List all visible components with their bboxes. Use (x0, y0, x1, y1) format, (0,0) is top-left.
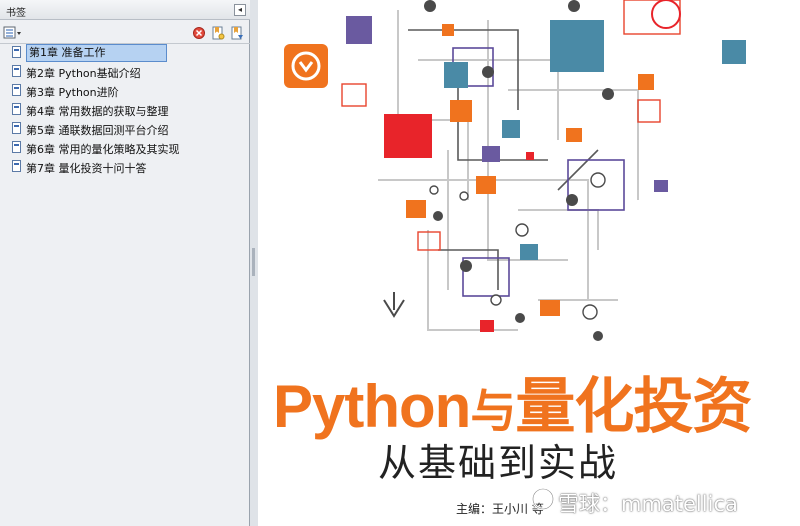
bookmark-item-chapter-1[interactable]: 第1章 准备工作 (0, 44, 248, 63)
bookmark-icon (12, 160, 21, 172)
bookmark-item-chapter-7[interactable]: 第7章 量化投资十问十答 (0, 158, 248, 177)
bookmark-icon (12, 122, 21, 134)
splitter-grip[interactable] (252, 248, 255, 276)
cover-subtitle: 从基础到实战 (378, 441, 619, 485)
cover-illustration (284, 0, 746, 341)
bookmark-icon (12, 84, 21, 96)
bookmark-item-chapter-4[interactable]: 第4章 常用数据的获取与整理 (0, 101, 248, 120)
bookmark-icon (12, 65, 21, 77)
snowball-logo-icon (531, 487, 555, 511)
bookmark-item-chapter-3[interactable]: 第3章 Python进阶 (0, 82, 248, 101)
bookmark-item-chapter-5[interactable]: 第5章 通联数据回测平台介绍 (0, 120, 248, 139)
panel-header: 书签 ◂ (0, 0, 250, 20)
panel-title: 书签 (6, 8, 26, 19)
bookmarks-panel: 书签 ◂ 第1章 准备工作 第2章 Python基础介绍 第3章 Python进… (0, 0, 250, 526)
bookmark-list: 第1章 准备工作 第2章 Python基础介绍 第3章 Python进阶 第4章… (0, 44, 248, 177)
bookmarks-toolbar (0, 22, 250, 44)
expand-bookmark-icon[interactable] (230, 26, 244, 40)
bookmark-icon (12, 141, 21, 153)
watermark: 雪球：mmatellica (558, 492, 738, 516)
new-bookmark-icon[interactable] (211, 26, 225, 40)
document-page: Python与量化投资 从基础到实战 主编：王小川 等 雪球：mmatellic… (258, 0, 800, 526)
bookmark-icon (12, 46, 21, 58)
collapse-panel-button[interactable]: ◂ (234, 4, 246, 16)
delete-bookmark-icon[interactable] (192, 26, 206, 40)
bookmark-icon (12, 103, 21, 115)
options-menu-icon[interactable] (3, 26, 23, 40)
bookmark-item-chapter-6[interactable]: 第6章 常用的量化策略及其实现 (0, 139, 248, 158)
bookmark-item-chapter-2[interactable]: 第2章 Python基础介绍 (0, 63, 248, 82)
